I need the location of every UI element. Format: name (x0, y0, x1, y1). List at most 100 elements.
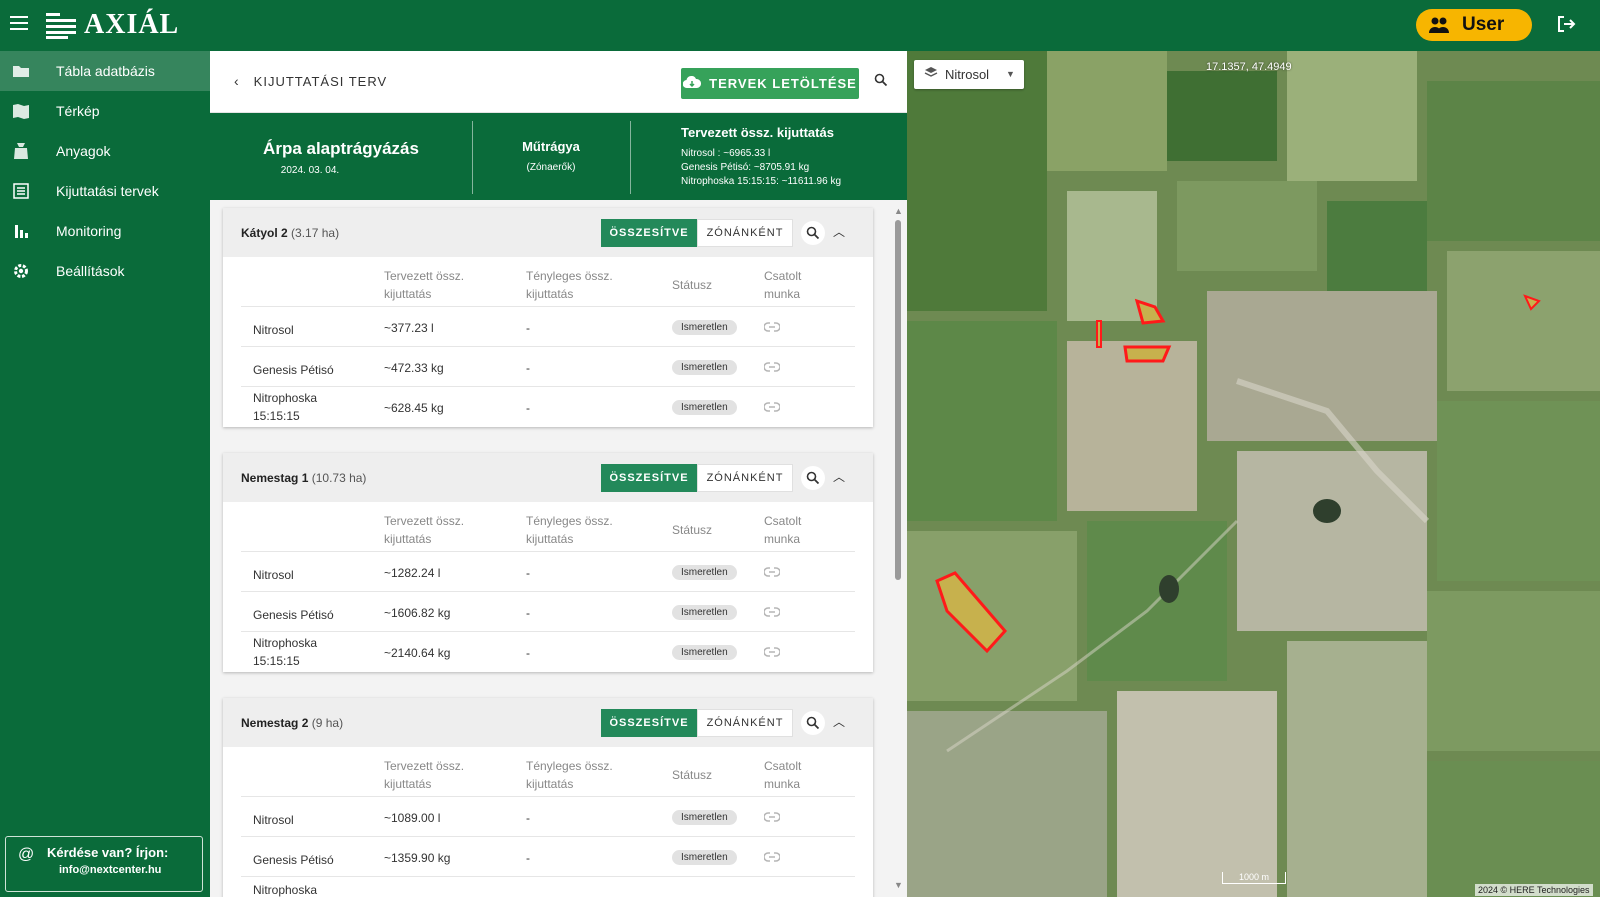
plan-title-block: Árpa alaptrágyázás 2024. 03. 04. (210, 113, 472, 200)
scroll-down-icon[interactable]: ▼ (894, 880, 903, 890)
toggle-by-zone[interactable]: ZÓNÁNKÉNT (697, 219, 793, 247)
sidebar-item-kijuttatasi-tervek[interactable]: Kijuttatási tervek (0, 171, 210, 211)
toggle-combined[interactable]: ÖSSZESÍTVE (601, 464, 697, 492)
field-card-header: Nemestag 2 (9 ha) ÖSSZESÍTVE ZÓNÁNKÉNT ︿ (223, 698, 873, 747)
table-row: Genesis Pétisó ~472.33 kg - Ismeretlen (241, 347, 855, 387)
status-badge: Ismeretlen (672, 850, 737, 865)
link-icon[interactable] (763, 401, 781, 415)
search-icon[interactable] (801, 711, 825, 735)
actual-amount: - (526, 321, 530, 335)
chevron-down-icon: ▼ (1006, 69, 1015, 79)
field-card-header: Kátyol 2 (3.17 ha) ÖSSZESÍTVE ZÓNÁNKÉNT … (223, 208, 873, 257)
header-status: Státusz (672, 278, 713, 292)
link-icon[interactable] (763, 646, 781, 660)
plan-date: 2024. 03. 04. (280, 165, 340, 176)
material-name: Nitrosol (253, 568, 294, 582)
total-line: Nitrosol : ~6965.33 l (681, 148, 771, 159)
material-name: Genesis Pétisó (253, 853, 334, 867)
table-header: Tervezett össz. kijuttatás Tényleges össz… (241, 747, 855, 797)
sidebar-item-monitoring[interactable]: Monitoring (0, 211, 210, 251)
header-actual: Tényleges össz. kijuttatás (526, 514, 613, 546)
actual-amount: - (526, 851, 530, 865)
search-icon[interactable] (801, 466, 825, 490)
material-name: Nitrosol (253, 323, 294, 337)
chevron-up-icon[interactable]: ︿ (833, 468, 845, 485)
toggle-by-zone[interactable]: ZÓNÁNKÉNT (697, 464, 793, 492)
menu-icon[interactable] (10, 16, 28, 30)
sidebar-item-anyagok[interactable]: Anyagok (0, 131, 210, 171)
chevron-up-icon[interactable]: ︿ (833, 713, 845, 730)
field-name: Kátyol 2 (241, 226, 288, 240)
plan-type: Műtrágya (522, 139, 580, 154)
search-icon[interactable] (801, 221, 825, 245)
link-icon[interactable] (763, 566, 781, 580)
bag-icon (12, 142, 30, 160)
download-plans-button[interactable]: TERVEK LETÖLTÉSE (681, 68, 859, 99)
status-badge: Ismeretlen (672, 565, 737, 580)
user-label: User (1462, 14, 1505, 35)
header-attached-job: Csatolt munka (764, 759, 802, 791)
help-box[interactable]: @ Kérdése van? Írjon: info@nextcenter.hu (5, 836, 203, 892)
table-row: Nitrophoska (241, 877, 855, 897)
list-icon (12, 182, 30, 200)
field-name: Nemestag 1 (241, 471, 309, 485)
header-attached-job: Csatolt munka (764, 514, 802, 546)
actual-amount: - (526, 646, 530, 660)
scroll-up-icon[interactable]: ▲ (894, 206, 903, 216)
material-name: Nitrophoska 15:15:15 (253, 636, 318, 668)
satellite-map[interactable]: Nitrosol ▼ 17.1357, 47.4949 1000 m 2024 … (907, 51, 1600, 897)
link-icon[interactable] (763, 811, 781, 825)
field-area: (3.17 ha) (291, 226, 340, 240)
link-icon[interactable] (763, 606, 781, 620)
search-icon[interactable] (874, 73, 888, 92)
field-area: (9 ha) (311, 716, 344, 730)
table-row: Genesis Pétisó ~1359.90 kg - Ismeretlen (241, 837, 855, 877)
field-card: Kátyol 2 (3.17 ha) ÖSSZESÍTVE ZÓNÁNKÉNT … (223, 208, 873, 427)
status-badge: Ismeretlen (672, 360, 737, 375)
sidebar-item-beallitasok[interactable]: Beállítások (0, 251, 210, 291)
back-button[interactable]: ‹ KIJUTTATÁSI TERV (234, 73, 387, 89)
sidebar-item-tabla-adatbazis[interactable]: Tábla adatbázis (0, 51, 210, 91)
table-row: Nitrosol ~1089.00 l - Ismeretlen (241, 797, 855, 837)
layers-icon (924, 66, 938, 83)
layer-select[interactable]: Nitrosol ▼ (914, 60, 1024, 89)
folder-icon (12, 62, 30, 80)
sidebar-item-label: Térkép (56, 103, 100, 119)
link-icon[interactable] (763, 851, 781, 865)
logo[interactable]: AXIÁL (46, 9, 179, 41)
field-title: Kátyol 2 (3.17 ha) (241, 226, 339, 240)
material-name: Nitrosol (253, 813, 294, 827)
link-icon[interactable] (763, 361, 781, 375)
map-scale: 1000 m (1222, 872, 1286, 884)
scrollbar-thumb[interactable] (895, 220, 901, 580)
sidebar-item-label: Tábla adatbázis (56, 63, 155, 79)
sidebar-item-terkep[interactable]: Térkép (0, 91, 210, 131)
table-row: Nitrosol ~377.23 l - Ismeretlen (241, 307, 855, 347)
scrollbar[interactable]: ▲ ▼ (892, 204, 904, 897)
sidebar-item-label: Beállítások (56, 263, 125, 279)
map-copyright: 2024 © HERE Technologies (1475, 884, 1593, 896)
users-icon (1428, 16, 1450, 34)
table-row: Nitrophoska 15:15:15 ~628.45 kg - Ismeret… (241, 387, 855, 427)
divider (630, 121, 631, 194)
status-badge: Ismeretlen (672, 810, 737, 825)
logout-icon[interactable] (1556, 14, 1576, 34)
toggle-combined[interactable]: ÖSSZESÍTVE (601, 219, 697, 247)
planned-amount: ~1606.82 kg (384, 606, 451, 620)
toggle-by-zone[interactable]: ZÓNÁNKÉNT (697, 709, 793, 737)
panel-header: ‹ KIJUTTATÁSI TERV TERVEK LETÖLTÉSE (210, 51, 907, 113)
header-attached-job: Csatolt munka (764, 269, 802, 301)
link-icon[interactable] (763, 321, 781, 335)
help-email[interactable]: info@nextcenter.hu (59, 864, 202, 876)
sidebar-item-label: Monitoring (56, 223, 122, 239)
toggle-combined[interactable]: ÖSSZESÍTVE (601, 709, 697, 737)
logo-text: AXIÁL (84, 9, 180, 40)
header-status: Státusz (672, 523, 713, 537)
sidebar-item-label: Kijuttatási tervek (56, 183, 159, 199)
chevron-up-icon[interactable]: ︿ (833, 223, 845, 240)
at-icon: @ (18, 846, 35, 863)
layer-select-value: Nitrosol (945, 67, 990, 82)
planned-amount: ~628.45 kg (384, 401, 444, 415)
user-button[interactable]: User (1416, 9, 1532, 41)
actual-amount: - (526, 811, 530, 825)
